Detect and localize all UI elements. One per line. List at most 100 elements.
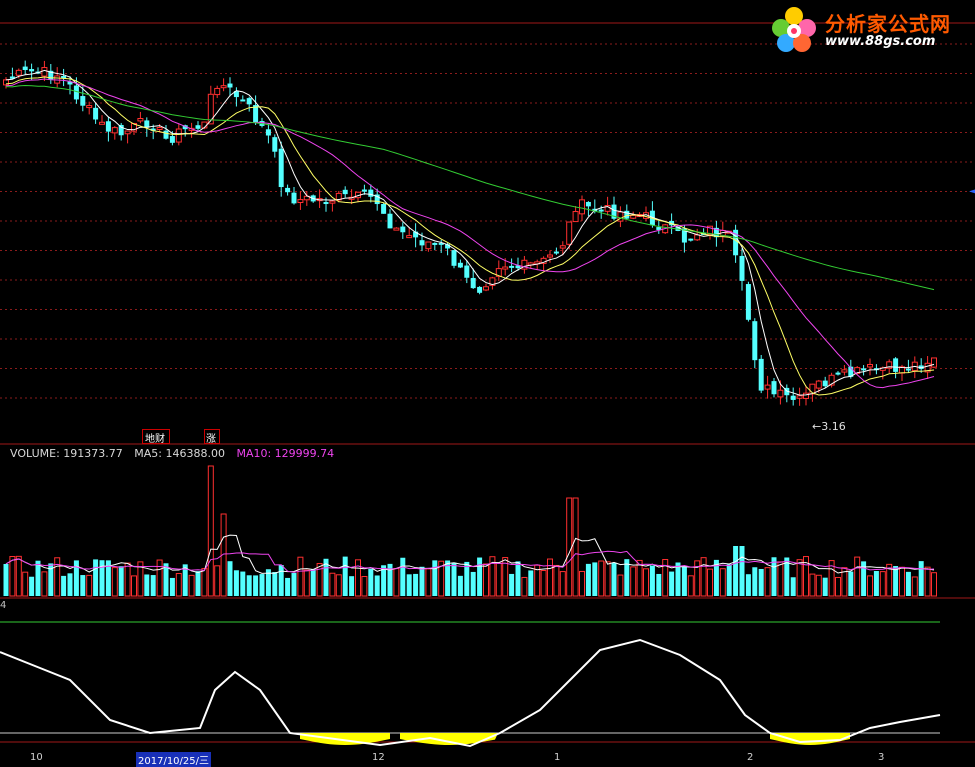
volume-bar: [547, 558, 553, 597]
volume-bar: [54, 557, 61, 597]
candle-body: [477, 286, 483, 293]
candle-body: [893, 358, 899, 372]
x-axis-label: 2: [747, 752, 754, 763]
candle-body: [419, 240, 425, 246]
candle-body: [559, 245, 566, 249]
volume-bar: [835, 576, 841, 597]
volume-bar: [335, 574, 342, 597]
indicator-fill: [400, 733, 498, 745]
volume-bar: [598, 560, 605, 597]
candle-body: [29, 69, 35, 72]
volume-bar: [393, 568, 400, 597]
volume-bar: [643, 568, 649, 597]
candle-body: [630, 214, 637, 219]
volume-bar: [687, 575, 694, 597]
volume-bar: [259, 574, 265, 596]
volume-bar: [361, 575, 368, 597]
volume-bar: [413, 573, 419, 596]
volume-bar: [131, 575, 137, 597]
candle-body: [105, 121, 111, 132]
volume-bar: [432, 560, 438, 596]
indicator-fill: [770, 733, 850, 745]
volume-bar: [604, 561, 611, 597]
volume-bar: [579, 570, 585, 597]
volume-bar: [175, 573, 182, 597]
volume-bar: [419, 566, 425, 596]
candle-body: [790, 395, 796, 400]
candle-body: [502, 266, 509, 270]
x-axis-label: 1: [554, 752, 561, 763]
candle-body: [169, 136, 175, 143]
volume-bar: [809, 573, 816, 597]
indicator-pane-label: 4: [0, 600, 7, 611]
chart-canvas[interactable]: [0, 0, 975, 765]
candle-body: [118, 124, 124, 136]
volume-bar: [764, 567, 771, 597]
volume-ma10-line: [5, 550, 935, 573]
candle-body: [137, 118, 144, 122]
event-tag-label: 涨: [206, 434, 216, 445]
indicator-fill: [300, 733, 390, 745]
volume-bar: [592, 562, 598, 596]
volume-bar: [733, 546, 739, 596]
event-tag-label: 地财: [145, 434, 165, 445]
candle-body: [163, 130, 169, 139]
volume-bar: [617, 574, 624, 597]
candle-body: [624, 210, 630, 219]
volume-bar: [777, 561, 784, 597]
volume-bar: [854, 556, 861, 597]
volume-bar: [873, 571, 879, 596]
candle-body: [342, 189, 348, 195]
candle-body: [195, 125, 201, 129]
volume-bar: [355, 559, 361, 597]
volume-bar: [559, 571, 566, 597]
watermark-url: www.88gs.com: [825, 34, 936, 49]
volume-ma5-line: [5, 534, 935, 574]
candle-body: [764, 384, 771, 390]
candle-body: [15, 69, 22, 76]
candle-body: [688, 238, 694, 241]
volume-bar: [739, 546, 745, 596]
candle-body: [796, 395, 803, 399]
volume-bar: [374, 575, 380, 596]
candle-body: [227, 83, 233, 88]
volume-bar: [93, 559, 99, 596]
candle-body: [457, 262, 463, 268]
volume-bar: [195, 571, 201, 596]
candle-body: [464, 265, 470, 278]
volume-bar: [815, 574, 822, 597]
candle-body: [400, 226, 406, 233]
volume-bar: [572, 497, 579, 597]
volume-bar: [285, 577, 291, 596]
volume-value-label: VOLUME: 191373.77: [10, 447, 123, 460]
volume-bar: [272, 572, 278, 596]
candle-body: [156, 126, 163, 130]
volume-bar: [719, 568, 726, 597]
volume-bar: [630, 566, 637, 597]
volume-bar: [521, 576, 528, 597]
volume-bar: [61, 575, 67, 596]
volume-bar: [700, 557, 707, 597]
volume-bar: [470, 571, 476, 596]
candle-body: [598, 209, 604, 212]
volume-bar: [675, 562, 681, 596]
candle-body: [22, 66, 28, 71]
candle-body: [272, 137, 278, 152]
candle-body: [739, 255, 745, 281]
volume-bar: [656, 573, 662, 596]
volume-bar: [156, 559, 163, 597]
volume-bar: [233, 570, 239, 596]
volume-bar: [905, 571, 911, 596]
x-axis-label: 12: [372, 752, 385, 763]
volume-bar: [303, 569, 310, 597]
candle-body: [220, 85, 227, 89]
candle-body: [291, 192, 297, 204]
indicator-line: [0, 638, 941, 748]
volume-bar: [477, 557, 483, 596]
candle-body: [553, 251, 559, 254]
candle-body: [777, 389, 784, 398]
volume-bar: [291, 572, 297, 596]
watermark: 分析家公式网 www.88gs.com: [767, 6, 967, 54]
candle-body: [406, 235, 413, 239]
candle-body: [694, 234, 701, 241]
